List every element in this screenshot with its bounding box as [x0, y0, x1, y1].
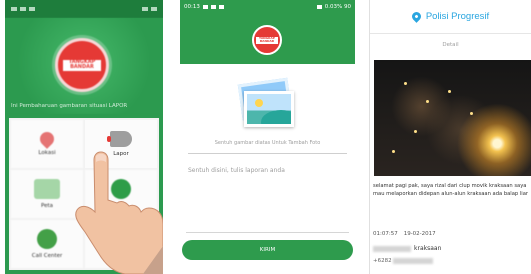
menu-tile-label: Lapor [113, 151, 129, 157]
status-bar [5, 0, 163, 18]
menu-tile-label: Peta [40, 203, 54, 209]
add-photo-area[interactable]: Sentuh gambar diatas Untuk Tambah Foto [180, 64, 355, 154]
send-button[interactable]: KIRIM [182, 240, 353, 260]
divider [188, 153, 347, 154]
notification-icon [218, 5, 224, 9]
report-date: 19-02-2017 [403, 231, 436, 237]
no-entry-logo-icon: TANGKAP BANDAR [252, 25, 282, 55]
menu-tile-call-center[interactable]: Call Center [11, 220, 83, 268]
hero-banner: TANGKAP BANDAR [5, 18, 163, 114]
map-pin-icon [409, 10, 423, 23]
phone-prefix: +6282 [373, 258, 392, 264]
menu-tile-label: Call Center [31, 253, 63, 259]
menu-grid: Lokasi Lapor Peta Info Call Center Tenta… [9, 118, 159, 270]
menu-tile-tentang[interactable]: Tentang [85, 220, 157, 268]
report-time: 01:07:57 [373, 231, 398, 237]
about-icon [111, 229, 131, 249]
menu-tile-label: Tentang [110, 253, 132, 259]
report-photo[interactable] [374, 60, 531, 176]
add-photo-hint: Sentuh gambar diatas Untuk Tambah Foto [214, 140, 321, 146]
status-battery: 0.03% 90 [324, 4, 351, 10]
notification-icons [11, 7, 35, 11]
detail-screen: Polisi Progresif Detail selamat pagi pak… [369, 0, 531, 274]
logo-text: TANGKAP BANDAR [256, 36, 278, 44]
menu-tile-lapor[interactable]: Lapor [85, 120, 157, 168]
no-entry-logo-icon: TANGKAP BANDAR [55, 38, 109, 92]
signal-icon [316, 5, 322, 9]
redacted-name [373, 245, 411, 252]
logo-text: TANGKAP BANDAR [63, 59, 101, 71]
app-header: Polisi Progresif [370, 0, 531, 34]
info-icon [111, 179, 131, 199]
phone-icon [37, 229, 57, 249]
app-title: Polisi Progresif [425, 11, 490, 22]
report-text-field[interactable] [184, 163, 351, 223]
menu-tile-lokasi[interactable]: Lokasi [11, 120, 83, 168]
status-time: 00:13 [184, 4, 200, 10]
report-screen: 00:13 0.03% 90 TANGKAP BANDAR Sentuh gam… [180, 0, 355, 274]
reporter-location: kraksaan [373, 245, 441, 252]
menu-tile-info[interactable]: Info [85, 170, 157, 218]
menu-tile-peta[interactable]: Peta [11, 170, 83, 218]
home-screen: TANGKAP BANDAR Ini Pembaharuan gambaran … [5, 0, 163, 274]
system-icons [142, 7, 157, 11]
menu-tile-label: Info [115, 203, 127, 209]
page-subtitle: Detail [442, 42, 459, 48]
location-pin-icon [37, 129, 57, 149]
location-text: kraksaan [414, 245, 442, 252]
reporter-phone: +6282 [373, 258, 433, 264]
report-text: selamat pagi pak, saya rizal dari clup m… [373, 183, 529, 197]
divider [186, 232, 349, 233]
image-gallery-icon [234, 77, 294, 127]
notification-icon [210, 5, 216, 9]
megaphone-icon [107, 131, 132, 147]
status-bar: 00:13 0.03% 90 [180, 0, 355, 14]
app-header: 00:13 0.03% 90 TANGKAP BANDAR [180, 0, 355, 64]
map-icon [34, 179, 60, 199]
report-datetime: 01:07:57 19-02-2017 [373, 231, 436, 237]
home-caption: Ini Pembaharuan gambaran situasi LAPOR [11, 103, 128, 109]
redacted-phone [392, 258, 433, 264]
notification-icon [202, 5, 208, 9]
menu-tile-label: Lokasi [38, 150, 56, 156]
